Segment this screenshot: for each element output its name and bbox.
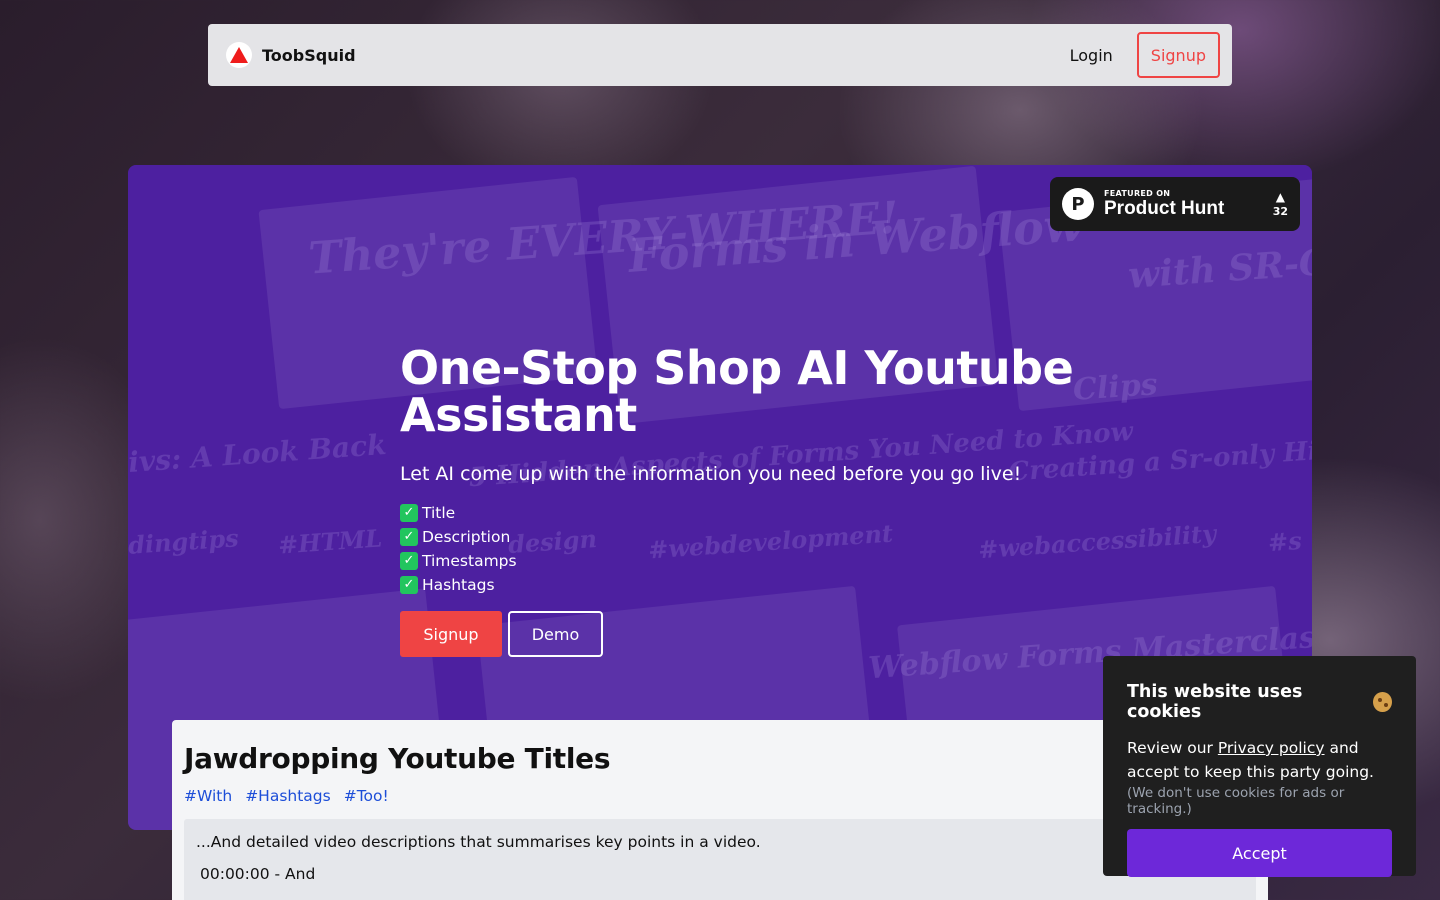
product-hunt-logo-icon: P bbox=[1062, 188, 1094, 220]
feature-list: ✓ Title ✓ Description ✓ Timestamps ✓ Hashtag… bbox=[400, 501, 1100, 597]
product-hunt-badge[interactable]: P FEATURED ON Product Hunt ▲ 32 bbox=[1050, 177, 1300, 231]
product-hunt-name: Product Hunt bbox=[1104, 197, 1225, 219]
logo-triangle-icon bbox=[226, 42, 252, 68]
hashtag-list: #With #Hashtags #Too! bbox=[184, 787, 1256, 805]
hashtag[interactable]: #Hashtags bbox=[245, 787, 331, 805]
product-hunt-vote-count: 32 bbox=[1272, 204, 1288, 218]
checkmark-icon: ✓ bbox=[400, 552, 418, 570]
hero-title: One-Stop Shop AI Youtube Assistant bbox=[400, 341, 1074, 442]
navbar: ToobSquid Login Signup bbox=[208, 24, 1232, 86]
accept-cookies-button[interactable]: Accept bbox=[1127, 829, 1392, 877]
login-link[interactable]: Login bbox=[1060, 38, 1123, 73]
upvote-arrow-icon: ▲ bbox=[1275, 189, 1285, 204]
cookie-banner: This website uses cookies Review our Pri… bbox=[1103, 656, 1416, 877]
privacy-policy-link[interactable]: Privacy policy bbox=[1218, 739, 1325, 757]
preview-description: ...And detailed video descriptions that … bbox=[196, 833, 761, 851]
cookie-title: This website uses cookies bbox=[1127, 682, 1392, 722]
feature-item: ✓ Title bbox=[400, 501, 1100, 525]
preview-timestamp: 00:00:00 - And bbox=[200, 865, 316, 883]
hashtag[interactable]: #With bbox=[184, 787, 232, 805]
feature-item: ✓ Hashtags bbox=[400, 573, 1100, 597]
hero-signup-button[interactable]: Signup bbox=[400, 611, 502, 657]
product-hunt-text: FEATURED ON Product Hunt bbox=[1104, 189, 1224, 220]
checkmark-icon: ✓ bbox=[400, 528, 418, 546]
hashtag[interactable]: #Too! bbox=[344, 787, 389, 805]
description-box: ...And detailed video descriptions that … bbox=[184, 819, 1256, 900]
hero-subtitle: Let AI come up with the information you … bbox=[400, 463, 1022, 485]
feature-label: Title bbox=[422, 504, 456, 522]
hero-content: One-Stop Shop AI Youtube Assistant Let A… bbox=[400, 345, 1100, 657]
checkmark-icon: ✓ bbox=[400, 576, 418, 594]
cookie-body: Review our Privacy policy and accept to … bbox=[1127, 736, 1392, 784]
feature-item: ✓ Timestamps bbox=[400, 549, 1100, 573]
hero-demo-button[interactable]: Demo bbox=[508, 611, 603, 657]
brand-name: ToobSquid bbox=[262, 45, 356, 65]
cookie-icon bbox=[1373, 692, 1392, 712]
hero-buttons: Signup Demo bbox=[400, 611, 1100, 657]
cookie-title-text: This website uses cookies bbox=[1127, 682, 1303, 722]
cookie-note: (We don't use cookies for ads or trackin… bbox=[1127, 785, 1345, 817]
cookie-body-prefix: Review our bbox=[1127, 739, 1218, 757]
feature-label: Hashtags bbox=[422, 576, 495, 594]
brand[interactable]: ToobSquid bbox=[226, 42, 356, 68]
signup-button[interactable]: Signup bbox=[1136, 32, 1220, 78]
nav-actions: Login Signup bbox=[1060, 32, 1220, 78]
product-hunt-votes: ▲ 32 bbox=[1273, 191, 1288, 218]
feature-label: Description bbox=[422, 528, 511, 546]
product-hunt-featured-label: FEATURED ON bbox=[1104, 188, 1171, 198]
checkmark-icon: ✓ bbox=[400, 504, 418, 522]
preview-title: Jawdropping Youtube Titles bbox=[184, 742, 611, 775]
feature-label: Timestamps bbox=[422, 552, 517, 570]
feature-item: ✓ Description bbox=[400, 525, 1100, 549]
